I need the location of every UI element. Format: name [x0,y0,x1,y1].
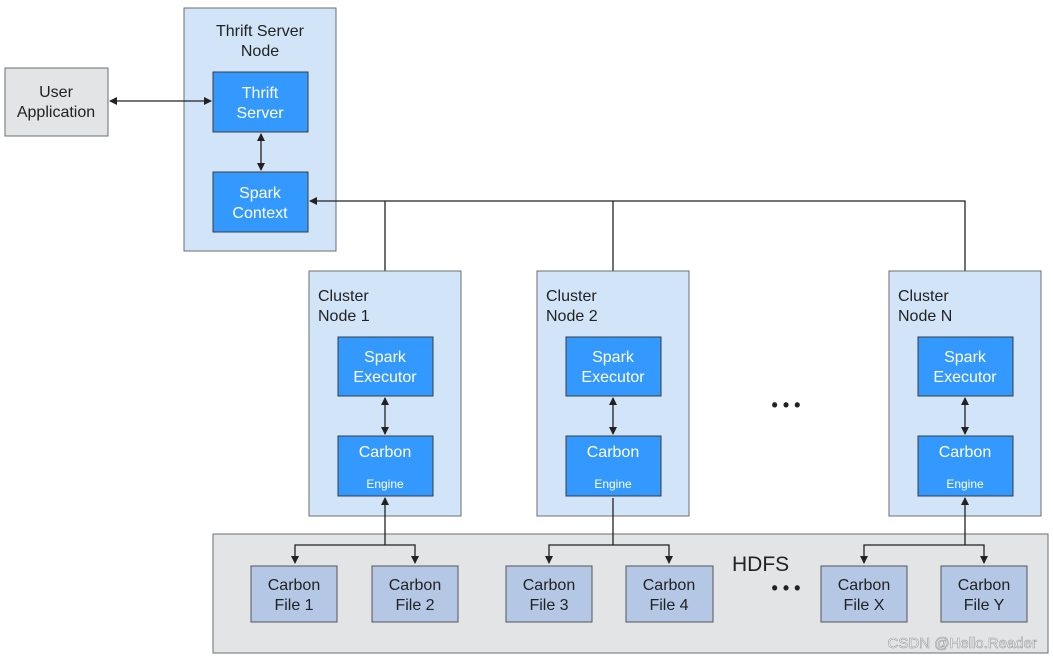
carbon-file-y: Carbon File Y [940,565,1028,623]
file-line2: File 4 [649,597,688,614]
cluster-title-2: Node N [898,308,952,325]
file-line1: Carbon [958,577,1010,594]
file-line1: Carbon [268,577,320,594]
executor-line2: Executor [581,369,645,386]
thrift-server-line1: Thrift [242,85,279,102]
file-line2: File 3 [529,597,568,614]
file-ellipsis: • • • [772,578,801,598]
file-line2: File X [844,597,885,614]
executor-line1: Spark [592,349,635,366]
file-line1: Carbon [523,577,575,594]
spark-context-line1: Spark [239,185,282,202]
cluster-ellipsis: • • • [772,395,801,415]
thrift-server-box [212,71,309,133]
carbon-file-x: Carbon File X [820,565,908,623]
hdfs-container: HDFS • • • Carbon File 1 Carbon File 2 Car… [212,497,1049,654]
file-line2: File 1 [274,597,313,614]
thrift-server-line2: Server [236,105,284,122]
file-line2: File Y [964,597,1005,614]
file-line1: Carbon [838,577,890,594]
thrift-server-node: Thrift Server Node Thrift Server Spark C… [183,7,337,252]
cluster-title-1: Cluster [898,288,949,305]
engine-line1: Carbon [587,444,639,461]
cluster-title-1: Cluster [318,288,369,305]
watermark: CSDN @Hello.Reader [888,635,1037,652]
user-app-line1: User [39,84,73,101]
thrift-node-title-2: Node [241,43,279,60]
engine-line2: Engine [594,477,632,491]
carbon-file-1: Carbon File 1 [250,565,338,623]
cluster-title-2: Node 2 [546,308,598,325]
engine-line2: Engine [366,477,404,491]
user-application-box: User Application [4,67,109,137]
engine-line2: Engine [946,477,984,491]
spark-executor-box [565,336,662,397]
carbon-file-3: Carbon File 3 [505,565,593,623]
cluster-title-1: Cluster [546,288,597,305]
hdfs-label: HDFS [732,553,789,576]
spark-executor-box [337,336,434,397]
user-app-line2: Application [17,104,95,121]
carbon-file-2: Carbon File 2 [371,565,459,623]
file-line1: Carbon [643,577,695,594]
cluster-title-2: Node 1 [318,308,370,325]
file-line2: File 2 [395,597,434,614]
engine-line1: Carbon [939,444,991,461]
thrift-node-title-1: Thrift Server [216,23,305,40]
executor-line2: Executor [933,369,997,386]
spark-context-box [212,171,309,233]
cluster-node-1: Cluster Node 1 Spark Executor Carbon Eng… [308,270,462,517]
file-line1: Carbon [389,577,441,594]
architecture-diagram: User Application Thrift Server Node Thri… [4,7,1049,654]
executor-line1: Spark [944,349,987,366]
executor-line1: Spark [364,349,407,366]
executor-line2: Executor [353,369,417,386]
spark-context-line2: Context [232,205,288,222]
cluster-node-2: Cluster Node 2 Spark Executor Carbon Eng… [536,270,690,517]
engine-line1: Carbon [359,444,411,461]
spark-executor-box [917,336,1014,397]
carbon-file-4: Carbon File 4 [625,565,714,623]
cluster-node-n: Cluster Node N Spark Executor Carbon Eng… [888,270,1042,517]
